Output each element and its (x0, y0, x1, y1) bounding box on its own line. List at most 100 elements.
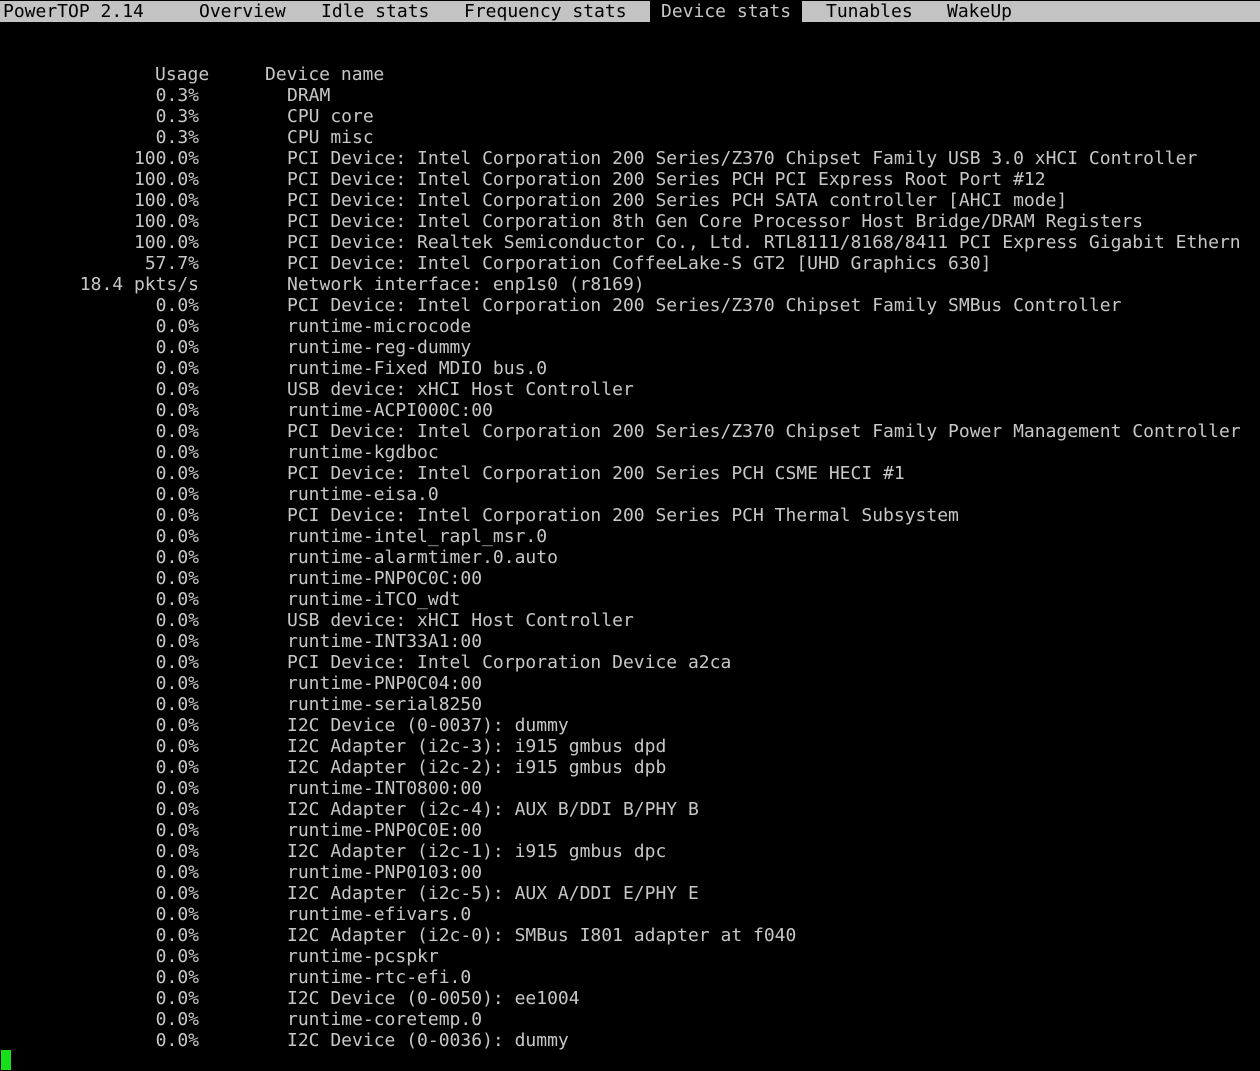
usage-value: 0.0% (155, 925, 199, 946)
device-name: PCI Device: Intel Corporation 8th Gen Co… (287, 211, 1144, 232)
table-row: 0.0% runtime-pcspkr (0, 946, 1260, 967)
tab-idle-stats[interactable]: Idle stats (310, 1, 440, 22)
table-row: 0.0% runtime-efivars.0 (0, 904, 1260, 925)
table-row: 0.0% runtime-rtc-efi.0 (0, 967, 1260, 988)
device-name: runtime-eisa.0 (287, 484, 439, 505)
device-name: Network interface: enp1s0 (r8169) (287, 274, 645, 295)
table-row: 18.4 pkts/s Network interface: enp1s0 (r8… (0, 274, 1260, 295)
table-row: 0.0% runtime-INT33A1:00 (0, 631, 1260, 652)
table-row: 0.0% I2C Adapter (i2c-1): i915 gmbus dpc (0, 841, 1260, 862)
usage-value: 0.0% (155, 463, 199, 484)
device-name: runtime-coretemp.0 (287, 1009, 483, 1030)
usage-value: 0.0% (155, 652, 199, 673)
usage-value: 100.0% (133, 169, 199, 190)
tab-tunables[interactable]: Tunables (815, 1, 924, 22)
table-row: 0.0% runtime-serial8250 (0, 694, 1260, 715)
table-row: 0.0% I2C Adapter (i2c-4): AUX B/DDI B/PHY… (0, 799, 1260, 820)
device-name: runtime-PNP0C04:00 (287, 673, 483, 694)
table-row: 100.0% PCI Device: Realtek Semiconductor … (0, 232, 1260, 253)
table-row: 0.0% runtime-PNP0C04:00 (0, 673, 1260, 694)
tab-overview[interactable]: Overview (188, 1, 297, 22)
table-row: 0.0% PCI Device: Intel Corporation 200 Se… (0, 505, 1260, 526)
table-row: 0.0% PCI Device: Intel Corporation 200 Se… (0, 463, 1260, 484)
tab-frequency-stats[interactable]: Frequency stats (453, 1, 638, 22)
usage-value: 0.0% (155, 295, 199, 316)
device-name: PCI Device: Intel Corporation CoffeeLake… (287, 253, 992, 274)
usage-value: 0.0% (155, 505, 199, 526)
usage-value: 0.0% (155, 547, 199, 568)
device-name: DRAM (287, 85, 331, 106)
device-name: runtime-efivars.0 (287, 904, 472, 925)
usage-column-header: Usage (155, 64, 210, 85)
device-name: runtime-iTCO_wdt (287, 589, 461, 610)
usage-value: 0.0% (155, 841, 199, 862)
device-name: I2C Adapter (i2c-4): AUX B/DDI B/PHY B (287, 799, 699, 820)
usage-value: 100.0% (133, 211, 199, 232)
table-row: 0.3% CPU misc (0, 127, 1260, 148)
usage-value: 0.0% (155, 820, 199, 841)
device-name: I2C Device (0-0050): ee1004 (287, 988, 580, 1009)
device-name: PCI Device: Intel Corporation 200 Series… (287, 505, 959, 526)
usage-value: 0.0% (155, 1030, 199, 1051)
table-row: 0.3% CPU core (0, 106, 1260, 127)
usage-value: 0.0% (155, 631, 199, 652)
tab-wakeup[interactable]: WakeUp (936, 1, 1023, 22)
table-row: 0.0% I2C Device (0-0050): ee1004 (0, 988, 1260, 1009)
usage-value: 0.0% (155, 904, 199, 925)
table-row: 0.0% runtime-PNP0103:00 (0, 862, 1260, 883)
device-name: PCI Device: Intel Corporation 200 Series… (287, 148, 1198, 169)
table-row: 0.0% USB device: xHCI Host Controller (0, 379, 1260, 400)
usage-value: 0.0% (155, 610, 199, 631)
device-name: PCI Device: Intel Corporation 200 Series… (287, 169, 1046, 190)
usage-value: 0.0% (155, 946, 199, 967)
table-row: 100.0% PCI Device: Intel Corporation 200 … (0, 148, 1260, 169)
device-name: runtime-pcspkr (287, 946, 439, 967)
device-name: I2C Adapter (i2c-5): AUX A/DDI E/PHY E (287, 883, 699, 904)
usage-value: 100.0% (133, 148, 199, 169)
usage-value: 0.0% (155, 799, 199, 820)
usage-value: 0.0% (155, 715, 199, 736)
device-name: I2C Device (0-0037): dummy (287, 715, 569, 736)
usage-value: 0.0% (155, 778, 199, 799)
usage-value: 0.0% (155, 400, 199, 421)
device-name: runtime-microcode (287, 316, 472, 337)
usage-value: 0.0% (155, 967, 199, 988)
usage-value: 0.0% (155, 442, 199, 463)
table-row: 0.3% DRAM (0, 85, 1260, 106)
table-row: 0.0% runtime-PNP0C0C:00 (0, 568, 1260, 589)
device-name: USB device: xHCI Host Controller (287, 379, 634, 400)
table-row: 0.0% runtime-Fixed MDIO bus.0 (0, 358, 1260, 379)
usage-value: 0.0% (155, 568, 199, 589)
device-name: CPU misc (287, 127, 374, 148)
device-name: runtime-ACPI000C:00 (287, 400, 493, 421)
device-name: runtime-PNP0C0C:00 (287, 568, 483, 589)
table-row: 0.0% PCI Device: Intel Corporation Device… (0, 652, 1260, 673)
usage-value: 0.0% (155, 736, 199, 757)
device-name: I2C Adapter (i2c-3): i915 gmbus dpd (287, 736, 667, 757)
device-name: PCI Device: Intel Corporation Device a2c… (287, 652, 732, 673)
usage-value: 100.0% (133, 190, 199, 211)
table-row: 0.0% I2C Device (0-0037): dummy (0, 715, 1260, 736)
device-name: runtime-INT0800:00 (287, 778, 483, 799)
usage-value: 0.0% (155, 316, 199, 337)
table-row: 0.0% runtime-reg-dummy (0, 337, 1260, 358)
table-row: 100.0% PCI Device: Intel Corporation 8th … (0, 211, 1260, 232)
device-name: USB device: xHCI Host Controller (287, 610, 634, 631)
device-name: runtime-serial8250 (287, 694, 483, 715)
tab-device-stats[interactable]: Device stats (650, 1, 803, 22)
device-name: PCI Device: Intel Corporation 200 Series… (287, 190, 1068, 211)
usage-value: 0.0% (155, 862, 199, 883)
device-name: I2C Adapter (i2c-1): i915 gmbus dpc (287, 841, 667, 862)
table-row: 0.0% PCI Device: Intel Corporation 200 Se… (0, 295, 1260, 316)
device-name: runtime-rtc-efi.0 (287, 967, 472, 988)
usage-value: 0.0% (155, 337, 199, 358)
table-row: 0.0% USB device: xHCI Host Controller (0, 610, 1260, 631)
table-row: 0.0% I2C Adapter (i2c-0): SMBus I801 adap… (0, 925, 1260, 946)
device-name: runtime-PNP0103:00 (287, 862, 483, 883)
table-row: 0.0% runtime-ACPI000C:00 (0, 400, 1260, 421)
device-name: runtime-PNP0C0E:00 (287, 820, 483, 841)
usage-value: 0.0% (155, 379, 199, 400)
usage-value: 0.0% (155, 421, 199, 442)
usage-value: 0.0% (155, 1009, 199, 1030)
table-row: 100.0% PCI Device: Intel Corporation 200 … (0, 190, 1260, 211)
